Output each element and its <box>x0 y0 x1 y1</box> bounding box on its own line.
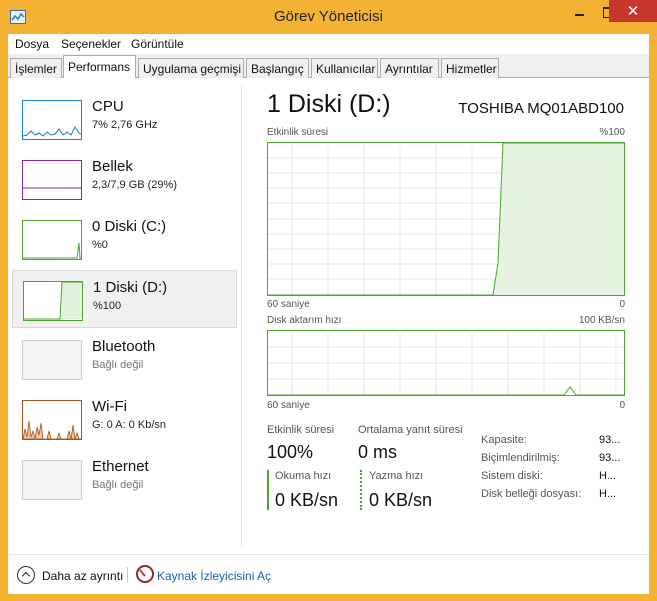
tab-processes[interactable]: İşlemler <box>10 58 62 78</box>
pane-divider[interactable] <box>241 86 242 546</box>
menu-options[interactable]: Seçenekler <box>61 37 121 51</box>
read-speed-value: 0 KB/sn <box>275 490 339 510</box>
write-speed-marker <box>360 470 362 510</box>
read-speed-marker <box>267 470 269 510</box>
window-title: Görev Yöneticisi <box>274 8 383 25</box>
tab-performance[interactable]: Performans <box>63 55 136 79</box>
property-row: Sistem diski: H... <box>481 470 631 488</box>
active-time-label: Etkinlik süresi <box>267 424 335 436</box>
menu-file[interactable]: Dosya <box>15 37 49 51</box>
write-speed-label: Yazma hızı <box>369 470 424 482</box>
menu-view[interactable]: Görüntüle <box>131 37 184 51</box>
read-speed-label: Okuma hızı <box>275 470 332 482</box>
sidebar-item-bluetooth[interactable]: Bluetooth Bağlı değil <box>12 330 237 388</box>
bluetooth-thumbnail-graph <box>22 340 82 380</box>
sidebar-item-value: Bağlı değil <box>92 359 144 371</box>
active-time-graph-label: Etkinlik süresi <box>267 127 329 138</box>
property-key: Kapasite: <box>481 434 527 446</box>
sidebar-item-ethernet[interactable]: Ethernet Bağlı değil <box>12 450 237 508</box>
active-time-value: 100% <box>267 442 314 462</box>
task-manager-window: Görev Yöneticisi ✕ Dosya Seçenekler Görü… <box>0 0 657 601</box>
open-resource-monitor-link[interactable]: Kaynak İzleyicisini Aç <box>157 569 271 583</box>
transfer-rate-graph-min: 0 <box>619 400 625 411</box>
property-value: H... <box>599 488 617 500</box>
disk-model: TOSHIBA MQ01ABD100 <box>458 100 624 117</box>
transfer-rate-graph-label: Disk aktarım hızı <box>267 315 342 326</box>
property-row: Kapasite: 93... <box>481 434 631 452</box>
menu-bar: Dosya Seçenekler Görüntüle <box>8 34 649 54</box>
sidebar-item-disk-d[interactable]: 1 Diski (D:) %100 <box>12 270 237 328</box>
sidebar-item-value: G: 0 A: 0 Kb/sn <box>92 419 166 431</box>
tab-app-history[interactable]: Uygulama geçmişi <box>138 58 244 78</box>
property-key: Sistem diski: <box>481 470 543 482</box>
property-value: 93... <box>599 452 621 464</box>
tab-services[interactable]: Hizmetler <box>441 58 499 78</box>
sidebar-item-value: 7% 2,76 GHz <box>92 119 158 131</box>
sidebar-item-value: %0 <box>92 239 108 251</box>
property-row: Disk belleği dosyası: H... <box>481 488 631 506</box>
sidebar-item-value: %100 <box>93 300 122 312</box>
avg-response-value: 0 ms <box>358 442 398 462</box>
sidebar-item-label: Ethernet <box>92 458 149 475</box>
active-time-graph <box>267 142 625 296</box>
avg-response-label: Ortalama yanıt süresi <box>358 424 463 436</box>
resource-sidebar: CPU 7% 2,76 GHz Bellek 2,3/7,9 GB (29%) … <box>8 78 243 554</box>
sidebar-item-memory[interactable]: Bellek 2,3/7,9 GB (29%) <box>12 150 237 208</box>
sidebar-item-label: Wi-Fi <box>92 398 127 415</box>
minimize-button[interactable] <box>566 0 594 22</box>
title-bar[interactable]: Görev Yöneticisi ✕ <box>0 0 657 34</box>
tab-startup[interactable]: Başlangıç <box>246 58 309 78</box>
disk-detail-panel: 1 Diski (D:) TOSHIBA MQ01ABD100 Etkinlik… <box>243 78 649 554</box>
sidebar-item-cpu[interactable]: CPU 7% 2,76 GHz <box>12 90 237 148</box>
transfer-rate-graph <box>267 330 625 396</box>
memory-thumbnail-graph <box>22 160 82 200</box>
sidebar-item-label: Bellek <box>92 158 133 175</box>
transfer-rate-graph-max: 100 KB/sn <box>578 315 625 326</box>
active-time-graph-min: 0 <box>619 299 625 310</box>
sidebar-item-value: 2,3/7,9 GB (29%) <box>92 179 177 191</box>
resource-monitor-icon[interactable] <box>136 565 154 583</box>
footer-bar: Daha az ayrıntı Kaynak İzleyicisini Aç <box>8 554 649 594</box>
tab-strip: İşlemler Performans Uygulama geçmişi Baş… <box>8 54 649 79</box>
performance-pane: CPU 7% 2,76 GHz Bellek 2,3/7,9 GB (29%) … <box>8 78 649 554</box>
active-time-graph-max: %100 <box>599 127 625 138</box>
disk-title: 1 Diski (D:) <box>267 90 391 118</box>
sidebar-item-label: Bluetooth <box>92 338 156 355</box>
disk-c-thumbnail-graph <box>22 220 82 260</box>
sidebar-item-label: 1 Diski (D:) <box>93 279 168 296</box>
sidebar-item-label: CPU <box>92 98 124 115</box>
sidebar-item-label: 0 Diski (C:) <box>92 218 167 235</box>
property-key: Biçimlendirilmiş: <box>481 452 560 464</box>
disk-d-thumbnail-graph <box>23 281 83 321</box>
cpu-thumbnail-graph <box>22 100 82 140</box>
sidebar-item-value: Bağlı değil <box>92 479 144 491</box>
active-time-graph-timespan: 60 saniye <box>267 299 310 310</box>
close-icon: ✕ <box>626 3 640 20</box>
close-button[interactable]: ✕ <box>609 0 657 22</box>
property-row: Biçimlendirilmiş: 93... <box>481 452 631 470</box>
footer-separator <box>127 567 128 583</box>
transfer-rate-graph-timespan: 60 saniye <box>267 400 310 411</box>
property-value: H... <box>599 470 617 482</box>
client-area: Dosya Seçenekler Görüntüle İşlemler Perf… <box>8 34 649 594</box>
sidebar-item-disk-c[interactable]: 0 Diski (C:) %0 <box>12 210 237 268</box>
ethernet-thumbnail-graph <box>22 460 82 500</box>
property-value: 93... <box>599 434 621 446</box>
wifi-thumbnail-graph <box>22 400 82 440</box>
tab-details[interactable]: Ayrıntılar <box>380 58 439 78</box>
tab-users[interactable]: Kullanıcılar <box>311 58 378 78</box>
fewer-details-button[interactable]: Daha az ayrıntı <box>42 569 123 583</box>
property-key: Disk belleği dosyası: <box>481 488 582 500</box>
sidebar-item-wifi[interactable]: Wi-Fi G: 0 A: 0 Kb/sn <box>12 390 237 448</box>
write-speed-value: 0 KB/sn <box>369 490 433 510</box>
chevron-up-icon[interactable] <box>17 566 35 584</box>
